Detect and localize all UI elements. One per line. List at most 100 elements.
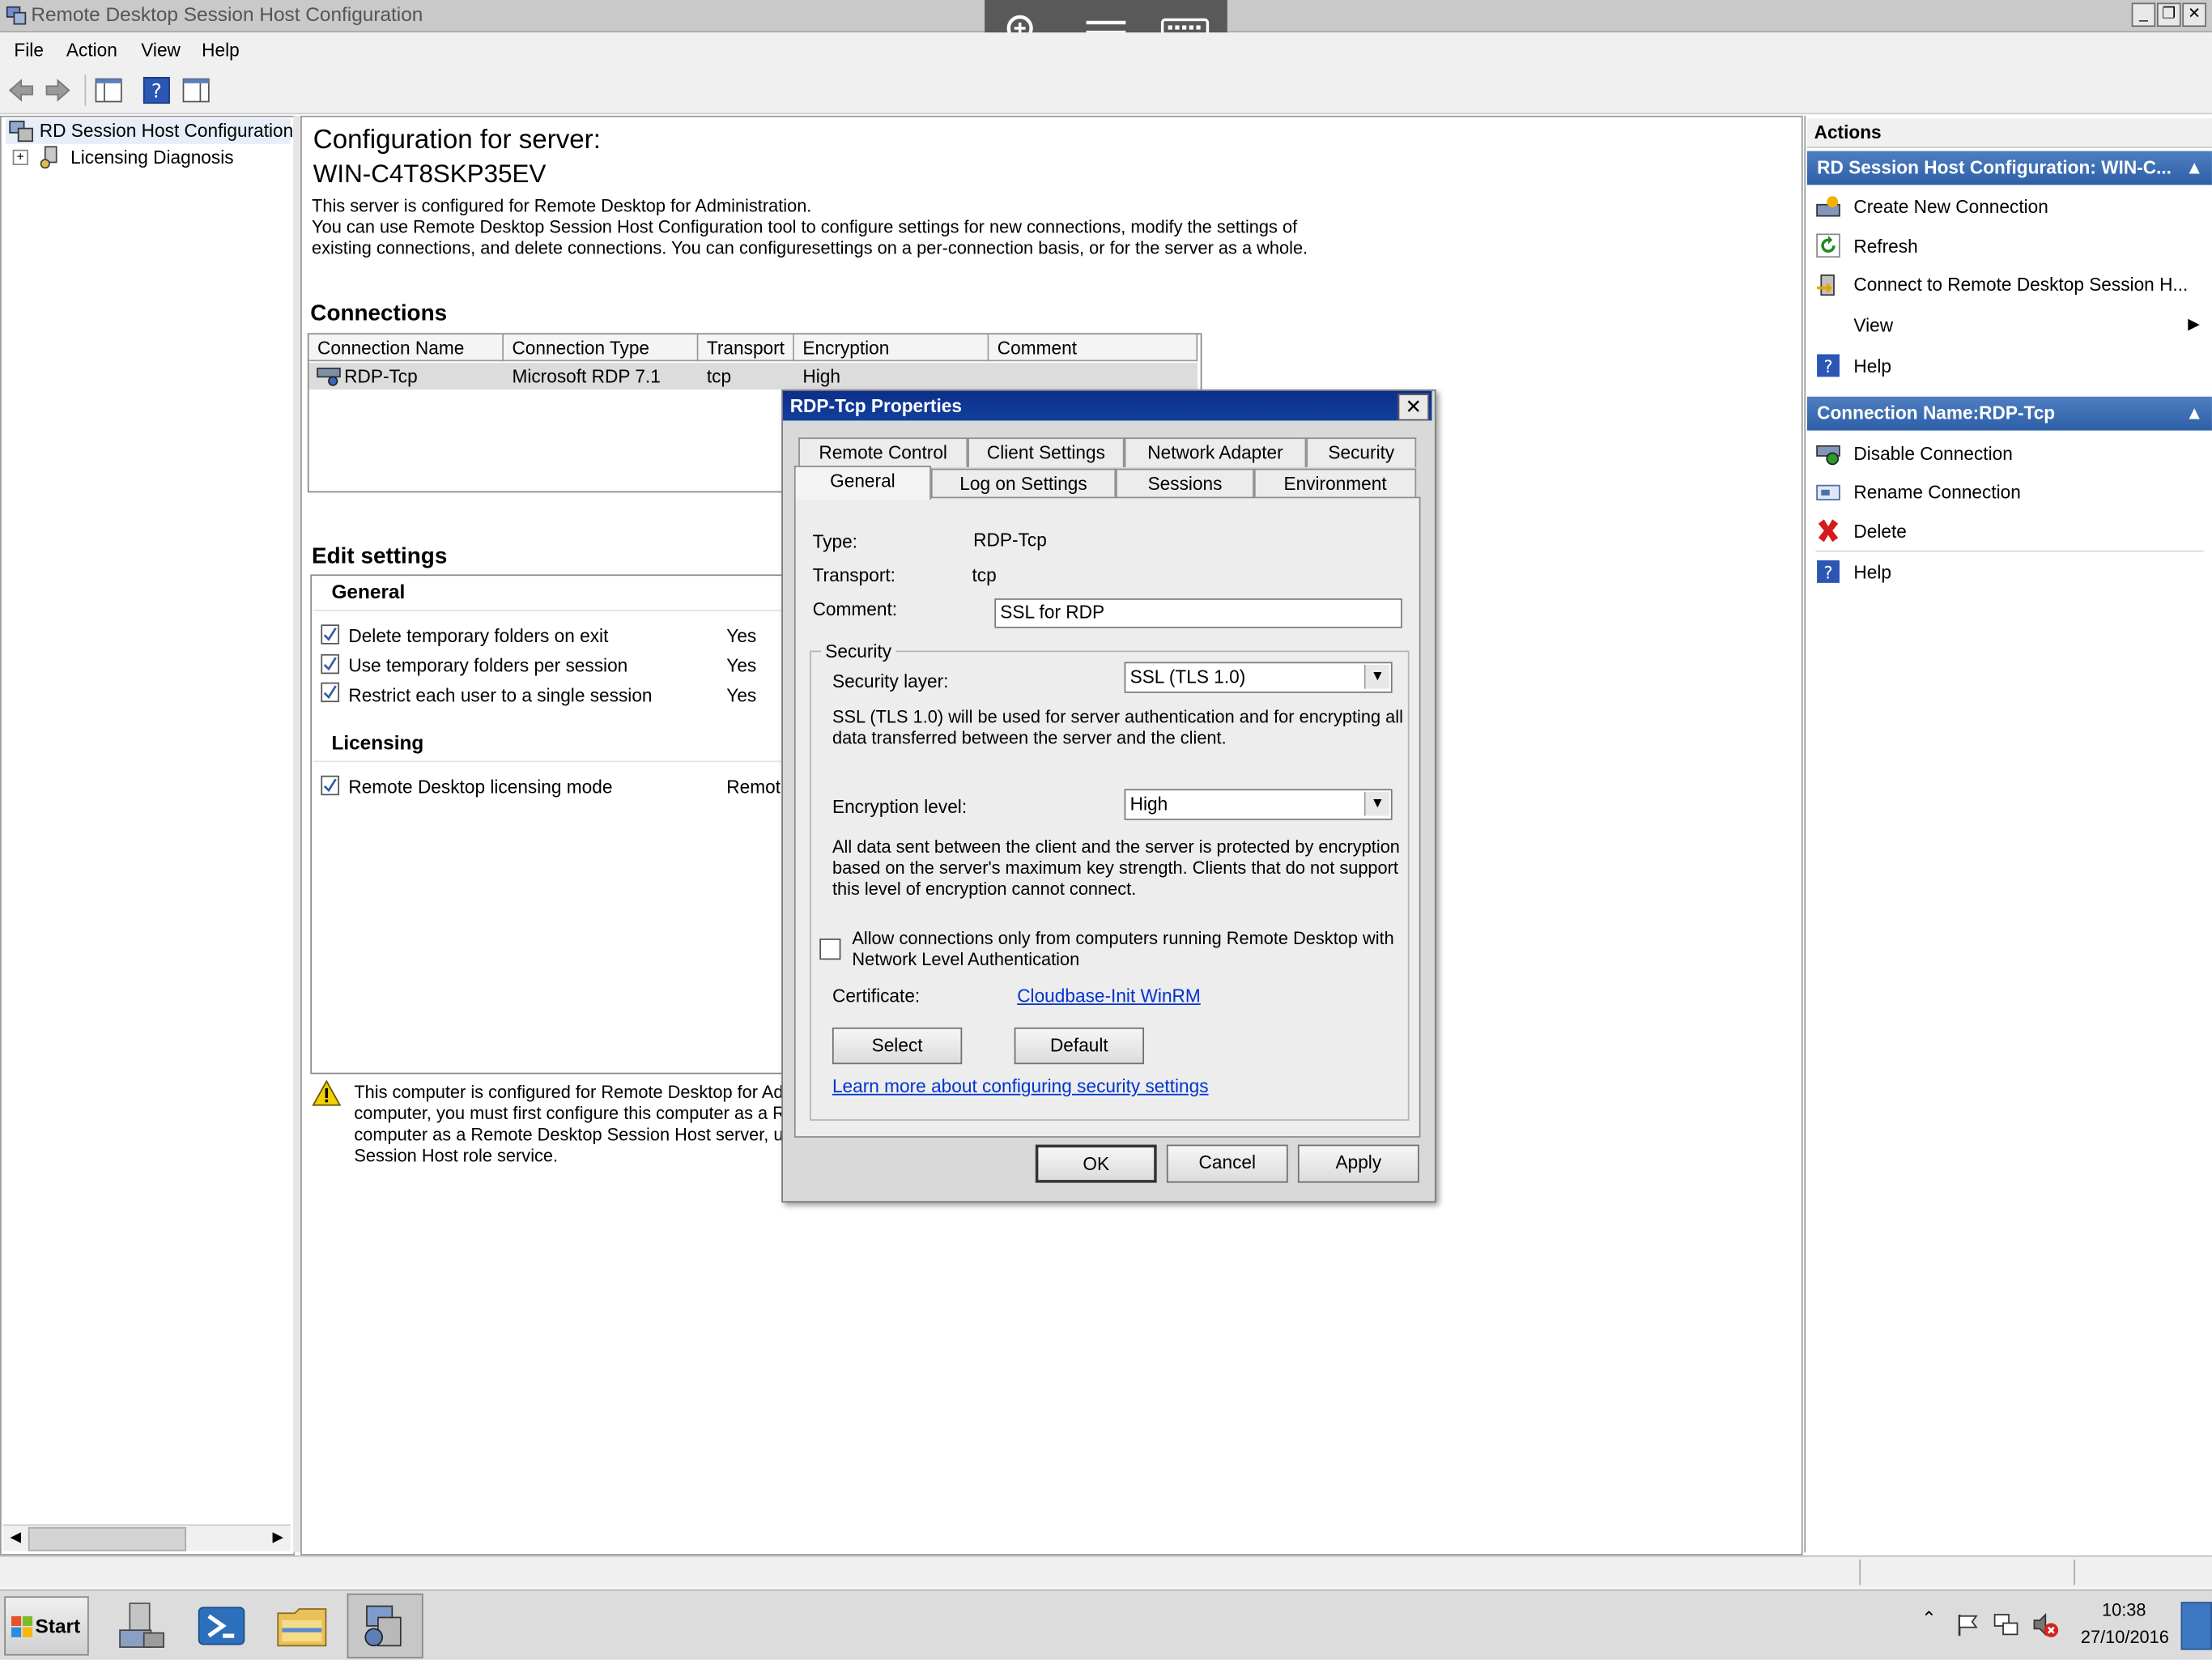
collapse-icon[interactable]: ▲	[2185, 397, 2203, 431]
maximize-button[interactable]: ❐	[2156, 2, 2181, 28]
learn-more-link[interactable]: Learn more about configuring security se…	[832, 1075, 1209, 1096]
encryption-description-3: this level of encryption cannot connect.	[832, 879, 1137, 900]
action-center-flag-icon[interactable]	[1955, 1612, 1980, 1637]
transport-label: Transport:	[812, 564, 895, 586]
clock-time[interactable]: 10:38	[2102, 1601, 2146, 1620]
dialog-close-button[interactable]: ✕	[1397, 394, 1429, 421]
help-icon: ?	[1817, 560, 1840, 583]
explorer-folder-icon[interactable]	[274, 1599, 330, 1653]
setting-use-temp-folders[interactable]: Use temporary folders per session	[348, 655, 627, 676]
security-layer-select[interactable]: SSL (TLS 1.0) ▼	[1124, 662, 1393, 693]
edit-settings-list	[310, 574, 793, 1075]
select-certificate-button[interactable]: Select	[832, 1027, 963, 1065]
action-disable-connection[interactable]: Disable Connection	[1853, 443, 2012, 464]
row-connection-name: RDP-Tcp	[344, 365, 418, 387]
menu-view[interactable]: View	[141, 40, 181, 61]
network-icon[interactable]	[1992, 1611, 2020, 1639]
action-connect-to-rdsh[interactable]: Connect to Remote Desktop Session H...	[1853, 274, 2188, 295]
action-rename-connection[interactable]: Rename Connection	[1853, 481, 2021, 502]
tab-sessions[interactable]: Sessions	[1116, 468, 1254, 499]
show-hide-action-pane-icon[interactable]	[181, 74, 211, 105]
taskbar: Start ⌃ 10:38 27/10/2016	[0, 1589, 2212, 1660]
action-delete[interactable]: Delete	[1853, 521, 1906, 542]
show-desktop-button[interactable]	[2180, 1602, 2212, 1650]
scroll-left-icon[interactable]: ◀	[6, 1529, 25, 1548]
tree-horizontal-scrollbar[interactable]: ◀ ▶	[2, 1524, 291, 1551]
refresh-icon	[1816, 233, 1840, 258]
action-create-new-connection[interactable]: Create New Connection	[1853, 196, 2048, 217]
tree-item-licensing-diagnosis[interactable]: Licensing Diagnosis	[70, 147, 233, 168]
show-hide-console-tree-icon[interactable]	[93, 74, 124, 105]
dropdown-arrow-icon[interactable]: ▼	[1363, 664, 1390, 689]
transport-value: tcp	[972, 564, 997, 586]
dropdown-arrow-icon[interactable]: ▼	[1363, 791, 1390, 816]
svg-text:?: ?	[1823, 564, 1832, 583]
start-button[interactable]: Start	[4, 1596, 89, 1656]
action-refresh[interactable]: Refresh	[1853, 236, 1917, 257]
tab-security[interactable]: Security	[1306, 437, 1417, 467]
menubar: File Action View Help	[0, 32, 2212, 70]
encryption-level-select[interactable]: High ▼	[1124, 789, 1393, 820]
col-encryption[interactable]: Encryption	[793, 334, 989, 362]
nla-label-2[interactable]: Network Level Authentication	[852, 950, 1079, 971]
back-arrow-icon[interactable]	[6, 74, 36, 105]
pane-splitter[interactable]	[293, 115, 301, 1553]
delete-icon	[1818, 519, 1839, 543]
row-connection-type: Microsoft RDP 7.1	[512, 365, 661, 387]
certificate-link[interactable]: Cloudbase-Init WinRM	[1017, 985, 1201, 1007]
rename-icon	[1816, 484, 1840, 500]
col-transport[interactable]: Transport	[698, 334, 794, 362]
description-line-3: existing connections, and delete connect…	[312, 238, 1308, 258]
description-line-1: This server is configured for Remote Des…	[312, 196, 812, 216]
security-layer-description-2: data transferred between the server and …	[832, 728, 1227, 748]
forward-arrow-icon[interactable]	[42, 74, 73, 105]
nla-checkbox[interactable]	[819, 939, 841, 960]
action-help[interactable]: Help	[1853, 355, 1891, 377]
col-connection-name[interactable]: Connection Name	[308, 334, 504, 362]
speaker-muted-icon[interactable]	[2031, 1611, 2060, 1639]
menu-file[interactable]: File	[14, 40, 44, 61]
minimize-button[interactable]: _	[2131, 2, 2156, 28]
scroll-thumb[interactable]	[28, 1526, 186, 1551]
comment-input[interactable]: SSL for RDP	[994, 598, 1402, 628]
cancel-button[interactable]: Cancel	[1166, 1144, 1288, 1183]
server-manager-icon[interactable]	[116, 1599, 169, 1653]
actions-section-server[interactable]: RD Session Host Configuration: WIN-C... ▲	[1806, 151, 2212, 185]
tab-client-settings[interactable]: Client Settings	[968, 437, 1125, 467]
nla-label-1[interactable]: Allow connections only from computers ru…	[852, 929, 1393, 950]
submenu-arrow-icon: ▶	[2188, 316, 2201, 334]
default-certificate-button[interactable]: Default	[1014, 1027, 1145, 1065]
close-window-button[interactable]: ✕	[2182, 2, 2206, 28]
actions-section-connection[interactable]: Connection Name:RDP-Tcp ▲	[1806, 396, 2212, 431]
menu-help[interactable]: Help	[202, 40, 240, 61]
show-hidden-icons[interactable]: ⌃	[1921, 1607, 1937, 1630]
licensing-group-heading: Licensing	[331, 730, 424, 754]
windows-logo-icon	[11, 1615, 33, 1637]
tree-expand-toggle[interactable]: +	[12, 149, 28, 165]
menu-action[interactable]: Action	[66, 40, 117, 61]
action-help-connection[interactable]: Help	[1853, 562, 1891, 583]
setting-delete-temp-folders[interactable]: Delete temporary folders on exit	[348, 625, 608, 646]
table-row[interactable]	[308, 362, 1198, 390]
tree-root-label[interactable]: RD Session Host Configuration:	[40, 120, 299, 141]
tab-remote-control[interactable]: Remote Control	[798, 437, 968, 467]
encryption-description-1: All data sent between the client and the…	[832, 836, 1400, 858]
col-connection-type[interactable]: Connection Type	[504, 334, 699, 362]
taskbar-rdsh-config-button[interactable]	[347, 1593, 423, 1659]
clock-date[interactable]: 27/10/2016	[2081, 1628, 2169, 1647]
collapse-icon[interactable]: ▲	[2185, 151, 2203, 185]
action-view[interactable]: View	[1853, 315, 1893, 336]
tab-environment[interactable]: Environment	[1253, 468, 1417, 499]
setting-licensing-mode[interactable]: Remote Desktop licensing mode	[348, 777, 612, 798]
ok-button[interactable]: OK	[1035, 1144, 1157, 1183]
col-comment[interactable]: Comment	[989, 334, 1198, 362]
tab-log-on-settings[interactable]: Log on Settings	[930, 468, 1117, 499]
help-icon[interactable]: ?	[141, 74, 172, 105]
setting-restrict-single-session[interactable]: Restrict each user to a single session	[348, 684, 652, 705]
tab-network-adapter[interactable]: Network Adapter	[1124, 437, 1307, 467]
start-label: Start	[35, 1614, 81, 1637]
scroll-right-icon[interactable]: ▶	[268, 1529, 287, 1548]
apply-button[interactable]: Apply	[1297, 1144, 1419, 1183]
tab-general[interactable]: General	[793, 466, 931, 500]
powershell-icon[interactable]	[194, 1599, 248, 1653]
